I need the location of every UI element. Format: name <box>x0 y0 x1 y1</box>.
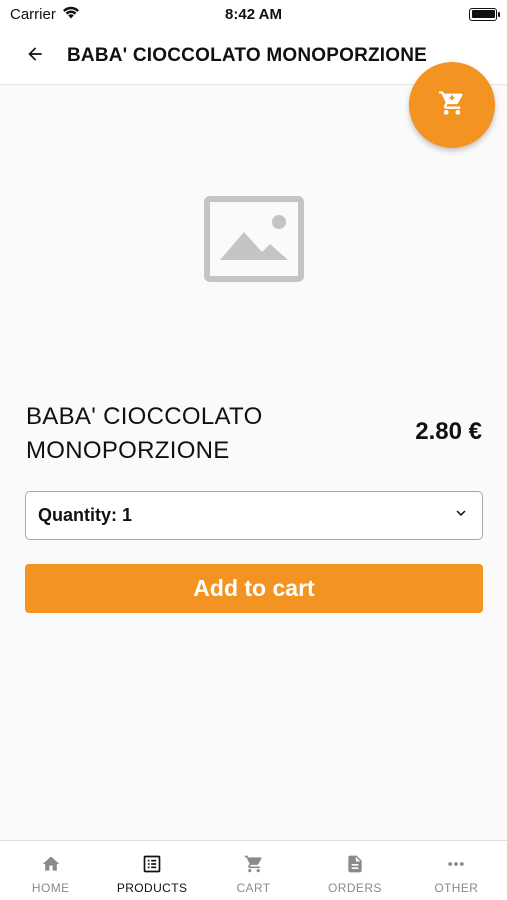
product-price: 2.80 € <box>415 418 482 445</box>
nav-label-cart: CART <box>236 881 271 895</box>
arrow-left-icon <box>25 44 45 69</box>
nav-item-products[interactable]: PRODUCTS <box>101 841 202 900</box>
document-icon <box>344 853 366 875</box>
cart-icon <box>243 853 265 875</box>
chevron-down-icon <box>452 504 470 527</box>
quantity-label: Quantity: 1 <box>38 505 133 525</box>
nav-item-home[interactable]: HOME <box>0 841 101 900</box>
nav-item-orders[interactable]: ORDERS <box>304 841 405 900</box>
nav-item-cart[interactable]: CART <box>203 841 304 900</box>
nav-item-other[interactable]: OTHER <box>406 841 507 900</box>
nav-label-products: PRODUCTS <box>116 881 188 895</box>
status-time: 8:42 AM <box>225 5 282 23</box>
nav-label-other: OTHER <box>434 881 479 895</box>
add-to-cart-button[interactable]: Add to cart <box>25 564 483 613</box>
home-icon <box>40 853 62 875</box>
page-title: BABA' CIOCCOLATO MONOPORZIONE <box>67 45 428 66</box>
nav-label-home: HOME <box>31 881 70 895</box>
product-name: BABA' CIOCCOLATO MONOPORZIONE <box>26 403 263 464</box>
quantity-select[interactable]: Quantity: 1 <box>25 491 483 540</box>
status-bar: Carrier 8:42 AM <box>0 0 507 28</box>
list-icon <box>141 853 163 875</box>
image-placeholder-icon <box>204 196 304 282</box>
cart-fab-button[interactable] <box>409 62 495 148</box>
cart-icon <box>438 89 466 122</box>
battery-icon <box>469 7 500 21</box>
nav-label-orders: ORDERS <box>328 881 382 895</box>
more-icon <box>445 853 467 875</box>
back-button[interactable] <box>15 36 55 76</box>
bottom-nav: HOME PRODUCTS CART ORDERS OTHER <box>0 840 507 900</box>
